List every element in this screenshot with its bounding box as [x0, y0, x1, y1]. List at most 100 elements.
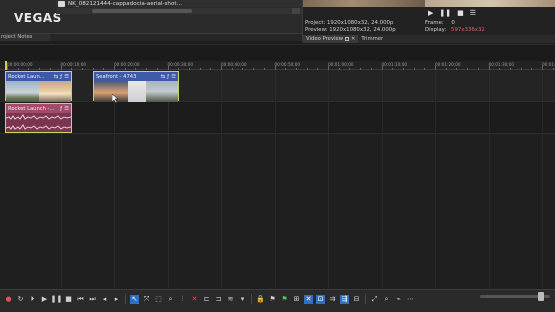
- close-icon[interactable]: ✕: [351, 35, 355, 43]
- play-from-start-icon[interactable]: ⏵: [28, 295, 37, 304]
- timeline-header-band: [0, 44, 555, 61]
- toolbar-separator: [251, 294, 252, 304]
- play-icon[interactable]: ▶: [428, 8, 433, 18]
- frame-value: 0: [451, 20, 455, 26]
- clip-icons: ⇆ ƒ ☰: [161, 74, 176, 80]
- preview-frame-left: [303, 0, 425, 7]
- zoom-slider-knob[interactable]: [538, 292, 544, 301]
- menu-icon[interactable]: ☰: [470, 8, 476, 18]
- pause-icon[interactable]: ❚❚: [439, 8, 451, 18]
- fx-icon[interactable]: ƒ: [60, 74, 62, 80]
- audio-track[interactable]: [0, 102, 555, 134]
- tab-video-preview-label: Video Preview: [306, 36, 344, 42]
- media-scrollbar-thumb[interactable]: [92, 9, 192, 13]
- clip-header: Rocket Laun... ⇆ ƒ ☰: [6, 72, 71, 81]
- clip-thumbnail: [94, 81, 128, 102]
- grid-line: [542, 70, 543, 288]
- clip-header: Seafront - 4743 ⇆ ƒ ☰: [94, 72, 178, 81]
- play-icon[interactable]: ▶: [40, 295, 49, 304]
- preview-label: Preview:: [305, 27, 328, 33]
- edit-details-icon[interactable]: ⋯: [406, 295, 415, 304]
- toolbar-separator: [365, 294, 366, 304]
- ruler-label: 00:00:20;00: [114, 62, 140, 67]
- pause-icon[interactable]: ❚❚: [51, 295, 63, 304]
- clip-title: Rocket Launch -...: [8, 105, 55, 112]
- lock-icon[interactable]: 🔒: [256, 295, 265, 304]
- stop-icon[interactable]: ■: [64, 295, 73, 304]
- magnifier-icon[interactable]: ⌕: [382, 295, 391, 304]
- frame-label: Frame:: [425, 20, 444, 26]
- clip-thumbnail: [128, 81, 146, 102]
- trim-start-icon[interactable]: ⊏: [202, 295, 211, 304]
- clip-menu-icon[interactable]: ☰: [171, 74, 176, 80]
- tab-project-notes[interactable]: roject Notes: [0, 34, 50, 41]
- loop-icon[interactable]: ↻: [16, 295, 25, 304]
- go-to-end-icon[interactable]: ⏭: [88, 295, 97, 304]
- split-icon[interactable]: ⫶: [178, 295, 187, 304]
- normal-edit-tool-icon[interactable]: ↖: [130, 294, 139, 304]
- selection-tool-icon[interactable]: ⬚: [154, 295, 163, 304]
- ripple-icon[interactable]: ≋: [226, 295, 235, 304]
- audio-clip-rocket[interactable]: Rocket Launch -... ƒ ☰: [5, 103, 72, 133]
- preview-frame-right: [425, 0, 555, 7]
- display-label: Display:: [425, 27, 447, 33]
- ignore-grouping-icon[interactable]: ⊞: [292, 295, 301, 304]
- ruler-label: 00:00:40;00: [221, 62, 247, 67]
- snapping-icon[interactable]: ⊡: [316, 294, 325, 304]
- clip-thumbnail: [39, 81, 71, 102]
- video-track[interactable]: [0, 70, 555, 102]
- preview-tabs: Video Preview ✕ Trimmer: [303, 35, 555, 43]
- grid-line: [167, 70, 169, 288]
- preview-transport: ▶ ❚❚ ■ ☰: [428, 8, 476, 18]
- frame-info-row: Frame: 0: [425, 20, 455, 27]
- tab-video-preview[interactable]: Video Preview ✕: [303, 35, 359, 43]
- ruler-label: 00:00:30;00: [167, 62, 194, 67]
- delete-icon[interactable]: ✕: [190, 295, 199, 304]
- window-icon[interactable]: [345, 37, 350, 41]
- marker-icon[interactable]: ▾: [238, 295, 247, 304]
- clip-menu-icon[interactable]: ☰: [64, 106, 69, 112]
- preview-info-row: Preview: 1920x1080x32, 24.000p: [305, 27, 396, 34]
- region-icon[interactable]: ⚑: [280, 295, 289, 304]
- clip-thumbnail: [146, 81, 178, 102]
- prev-frame-icon[interactable]: ◂: [100, 295, 109, 304]
- waveform-view-icon[interactable]: ⌁: [394, 295, 403, 304]
- ruler-label: 00:01:10;00: [381, 62, 408, 67]
- ruler-label: 00:00:00;00: [7, 62, 33, 67]
- crop-icon[interactable]: ⇆: [54, 74, 59, 80]
- trim-end-icon[interactable]: ⊐: [214, 295, 223, 304]
- auto-ripple-icon[interactable]: ⇶: [340, 294, 349, 304]
- crop-icon[interactable]: ⇆: [161, 74, 166, 80]
- zoom-tool-icon[interactable]: ⌕: [166, 295, 175, 304]
- fx-icon[interactable]: ƒ: [167, 74, 169, 80]
- lock-envelopes-icon[interactable]: ⊟: [352, 295, 361, 304]
- media-file-item[interactable]: NK_082121444-cappadocia-aerial-shot...: [56, 0, 302, 7]
- video-clip-rocket[interactable]: Rocket Laun... ⇆ ƒ ☰: [5, 71, 72, 102]
- event-pan-crop-icon[interactable]: ⤢: [370, 295, 379, 304]
- record-icon[interactable]: ●: [4, 295, 13, 304]
- ruler-label: 00:01:30;00: [488, 62, 515, 67]
- next-frame-icon[interactable]: ▸: [112, 295, 121, 304]
- toolbar-separator: [125, 294, 126, 304]
- fx-icon[interactable]: ƒ: [60, 106, 62, 112]
- preview-info: Project: 1920x1080x32, 24.000p Preview: …: [305, 20, 555, 36]
- envelope-tool-icon[interactable]: ⤧: [142, 295, 151, 304]
- mouse-pointer-icon: [112, 94, 118, 103]
- stop-icon[interactable]: ■: [457, 8, 464, 18]
- ripple-edit-icon[interactable]: ⇉: [328, 295, 337, 304]
- tab-trimmer[interactable]: Trimmer: [358, 36, 386, 42]
- clip-title: Seafront - 4743: [96, 73, 137, 80]
- auto-crossfade-icon[interactable]: ✕: [304, 294, 313, 304]
- clip-menu-icon[interactable]: ☰: [64, 74, 69, 80]
- project-info-row: Project: 1920x1080x32, 24.000p: [305, 20, 393, 27]
- video-clip-seafront[interactable]: Seafront - 4743 ⇆ ƒ ☰: [93, 71, 179, 102]
- go-to-start-icon[interactable]: ⏮: [76, 295, 85, 304]
- clip-header: Rocket Launch -... ƒ ☰: [6, 104, 71, 113]
- clip-thumbnail: [6, 81, 39, 102]
- media-scrollbar-arrow[interactable]: [292, 8, 300, 14]
- project-label: Project:: [305, 20, 326, 26]
- insert-marker-icon[interactable]: ⚑: [268, 295, 277, 304]
- app-logo: VEGAS: [14, 11, 62, 25]
- file-icon: [58, 0, 65, 7]
- grid-line: [274, 70, 276, 288]
